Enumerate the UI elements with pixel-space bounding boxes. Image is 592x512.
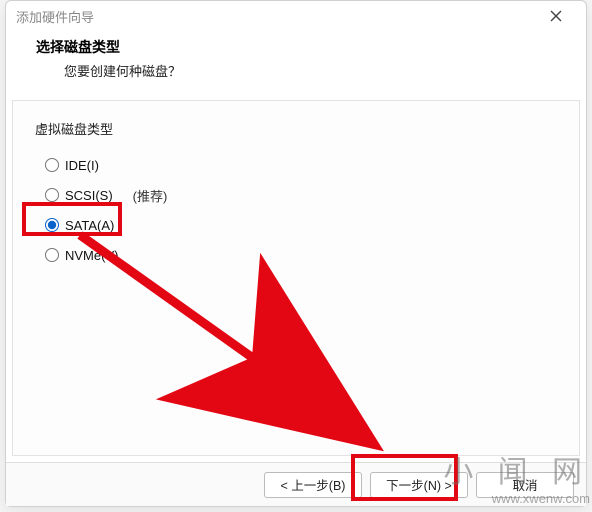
radio-scsi-label: SCSI(S) — [65, 188, 113, 203]
wizard-content: 虚拟磁盘类型 IDE(I) SCSI(S) (推荐) SATA(A) NVMe(… — [12, 100, 580, 456]
radio-ide[interactable]: IDE(I) — [45, 150, 557, 180]
radio-scsi[interactable]: SCSI(S) (推荐) — [45, 180, 557, 210]
radio-nvme[interactable]: NVMe(V) — [45, 240, 557, 270]
back-button[interactable]: < 上一步(B) — [264, 472, 362, 498]
radio-sata[interactable]: SATA(A) — [45, 210, 557, 240]
radio-nvme-label: NVMe(V) — [65, 248, 118, 263]
radio-sata-label: SATA(A) — [65, 218, 114, 233]
radio-nvme-input[interactable] — [45, 248, 59, 262]
radio-sata-input[interactable] — [45, 218, 59, 232]
add-hardware-wizard-dialog: 添加硬件向导 选择磁盘类型 您要创建何种磁盘？ 虚拟磁盘类型 IDE(I) SC… — [5, 0, 587, 507]
disk-type-radio-group: IDE(I) SCSI(S) (推荐) SATA(A) NVMe(V) — [35, 150, 557, 270]
titlebar: 添加硬件向导 — [6, 1, 586, 31]
radio-ide-label: IDE(I) — [65, 158, 99, 173]
radio-ide-input[interactable] — [45, 158, 59, 172]
header-subtitle: 您要创建何种磁盘？ — [36, 61, 556, 80]
close-icon — [550, 10, 562, 22]
cancel-button[interactable]: 取消 — [476, 472, 574, 498]
wizard-header: 选择磁盘类型 您要创建何种磁盘？ — [6, 31, 586, 94]
wizard-footer: < 上一步(B) 下一步(N) > 取消 — [6, 462, 586, 506]
window-title: 添加硬件向导 — [16, 7, 94, 26]
next-button[interactable]: 下一步(N) > — [370, 472, 468, 498]
header-title: 选择磁盘类型 — [36, 37, 556, 57]
radio-scsi-input[interactable] — [45, 188, 59, 202]
close-button[interactable] — [536, 2, 576, 30]
scsi-recommended-tag: (推荐) — [133, 186, 168, 205]
section-title: 虚拟磁盘类型 — [35, 119, 557, 138]
